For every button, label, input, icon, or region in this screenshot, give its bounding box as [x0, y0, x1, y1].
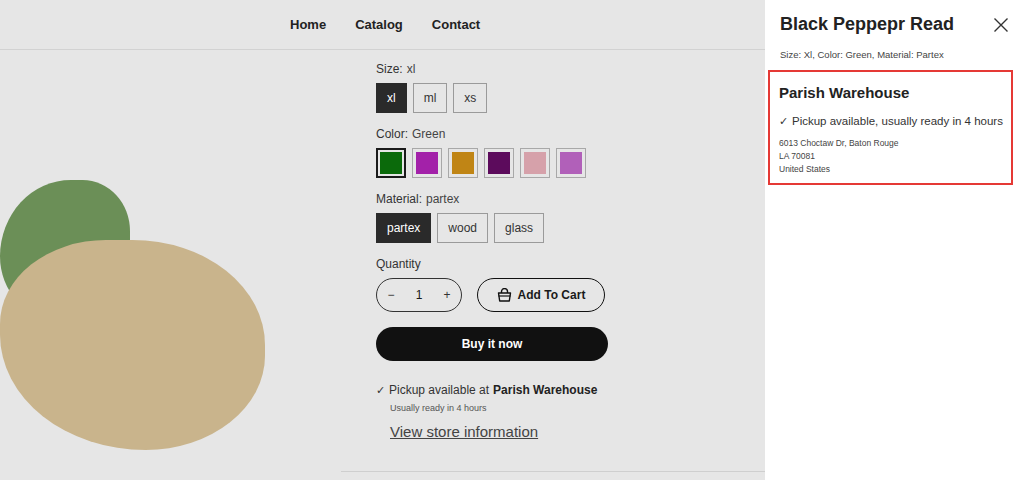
quantity-label: Quantity	[376, 257, 611, 271]
address-line: LA 70081	[779, 150, 1003, 163]
color-swatch[interactable]	[556, 148, 586, 178]
bag-icon	[497, 288, 512, 302]
close-icon[interactable]	[993, 17, 1009, 33]
pickup-drawer: Black Peppepr Read Size: Xl, Color: Gree…	[765, 0, 1024, 480]
option-button[interactable]: xs	[453, 83, 487, 113]
store-info-link[interactable]: View store information	[390, 423, 611, 440]
quantity-stepper: − 1 +	[376, 278, 462, 312]
option-group: Size:xl xlmlxs	[376, 62, 611, 113]
address-line: United States	[779, 163, 1003, 176]
option-button[interactable]: xl	[376, 83, 407, 113]
drawer-variant: Size: Xl, Color: Green, Material: Partex	[780, 49, 1013, 60]
main-nav: Home Catalog Contact	[290, 17, 480, 32]
address-line: 6013 Choctaw Dr, Baton Rouge	[779, 137, 1003, 150]
buy-row: − 1 + Add To Cart	[376, 278, 611, 312]
buy-now-button[interactable]: Buy it now	[376, 327, 608, 361]
product-info: Size:xl xlmlxs Color:Green Material:parte…	[376, 50, 611, 470]
increment-button[interactable]: +	[443, 288, 450, 302]
option-button[interactable]: ml	[413, 83, 448, 113]
option-label: Material:partex	[376, 192, 611, 206]
option-group: Color:Green	[376, 127, 611, 178]
color-swatch[interactable]	[484, 148, 514, 178]
pickup-status: ✓ Pickup available at Parish Warehouse	[376, 383, 611, 397]
quantity-input[interactable]: 1	[416, 288, 423, 302]
nav-link[interactable]: Home	[290, 17, 326, 32]
color-swatch[interactable]	[520, 148, 550, 178]
store-availability: ✓ Pickup available, usually ready in 4 h…	[779, 115, 1003, 128]
option-button[interactable]: partex	[376, 213, 431, 243]
option-label: Size:xl	[376, 62, 611, 76]
color-swatch[interactable]	[376, 148, 406, 178]
store-address: 6013 Choctaw Dr, Baton RougeLA 70081Unit…	[779, 137, 1003, 175]
option-choices: xlmlxs	[376, 83, 611, 113]
product-page: Home Catalog Contact Size:xl xlmlxs Color:G…	[0, 0, 1024, 480]
color-swatch[interactable]	[412, 148, 442, 178]
option-choices: partexwoodglass	[376, 213, 611, 243]
product-media	[0, 50, 341, 470]
drawer-title: Black Peppepr Read	[780, 14, 954, 35]
option-label: Color:Green	[376, 127, 611, 141]
option-button[interactable]: glass	[494, 213, 544, 243]
decrement-button[interactable]: −	[388, 288, 395, 302]
color-swatch[interactable]	[448, 148, 478, 178]
ginger-shape	[0, 240, 265, 450]
option-button[interactable]: wood	[437, 213, 488, 243]
pickup-info: ✓ Pickup available at Parish Warehouse U…	[376, 383, 611, 440]
product-photo	[0, 180, 270, 480]
store-card: Parish Warehouse ✓ Pickup available, usu…	[768, 70, 1013, 185]
option-group: Material:partex partexwoodglass	[376, 192, 611, 243]
add-to-cart-button[interactable]: Add To Cart	[477, 278, 605, 312]
pickup-note: Usually ready in 4 hours	[390, 403, 611, 413]
nav-link[interactable]: Contact	[432, 17, 480, 32]
option-choices	[376, 148, 611, 178]
nav-link[interactable]: Catalog	[355, 17, 403, 32]
store-name: Parish Warehouse	[779, 84, 1003, 101]
drawer-header: Black Peppepr Read	[768, 14, 1013, 35]
